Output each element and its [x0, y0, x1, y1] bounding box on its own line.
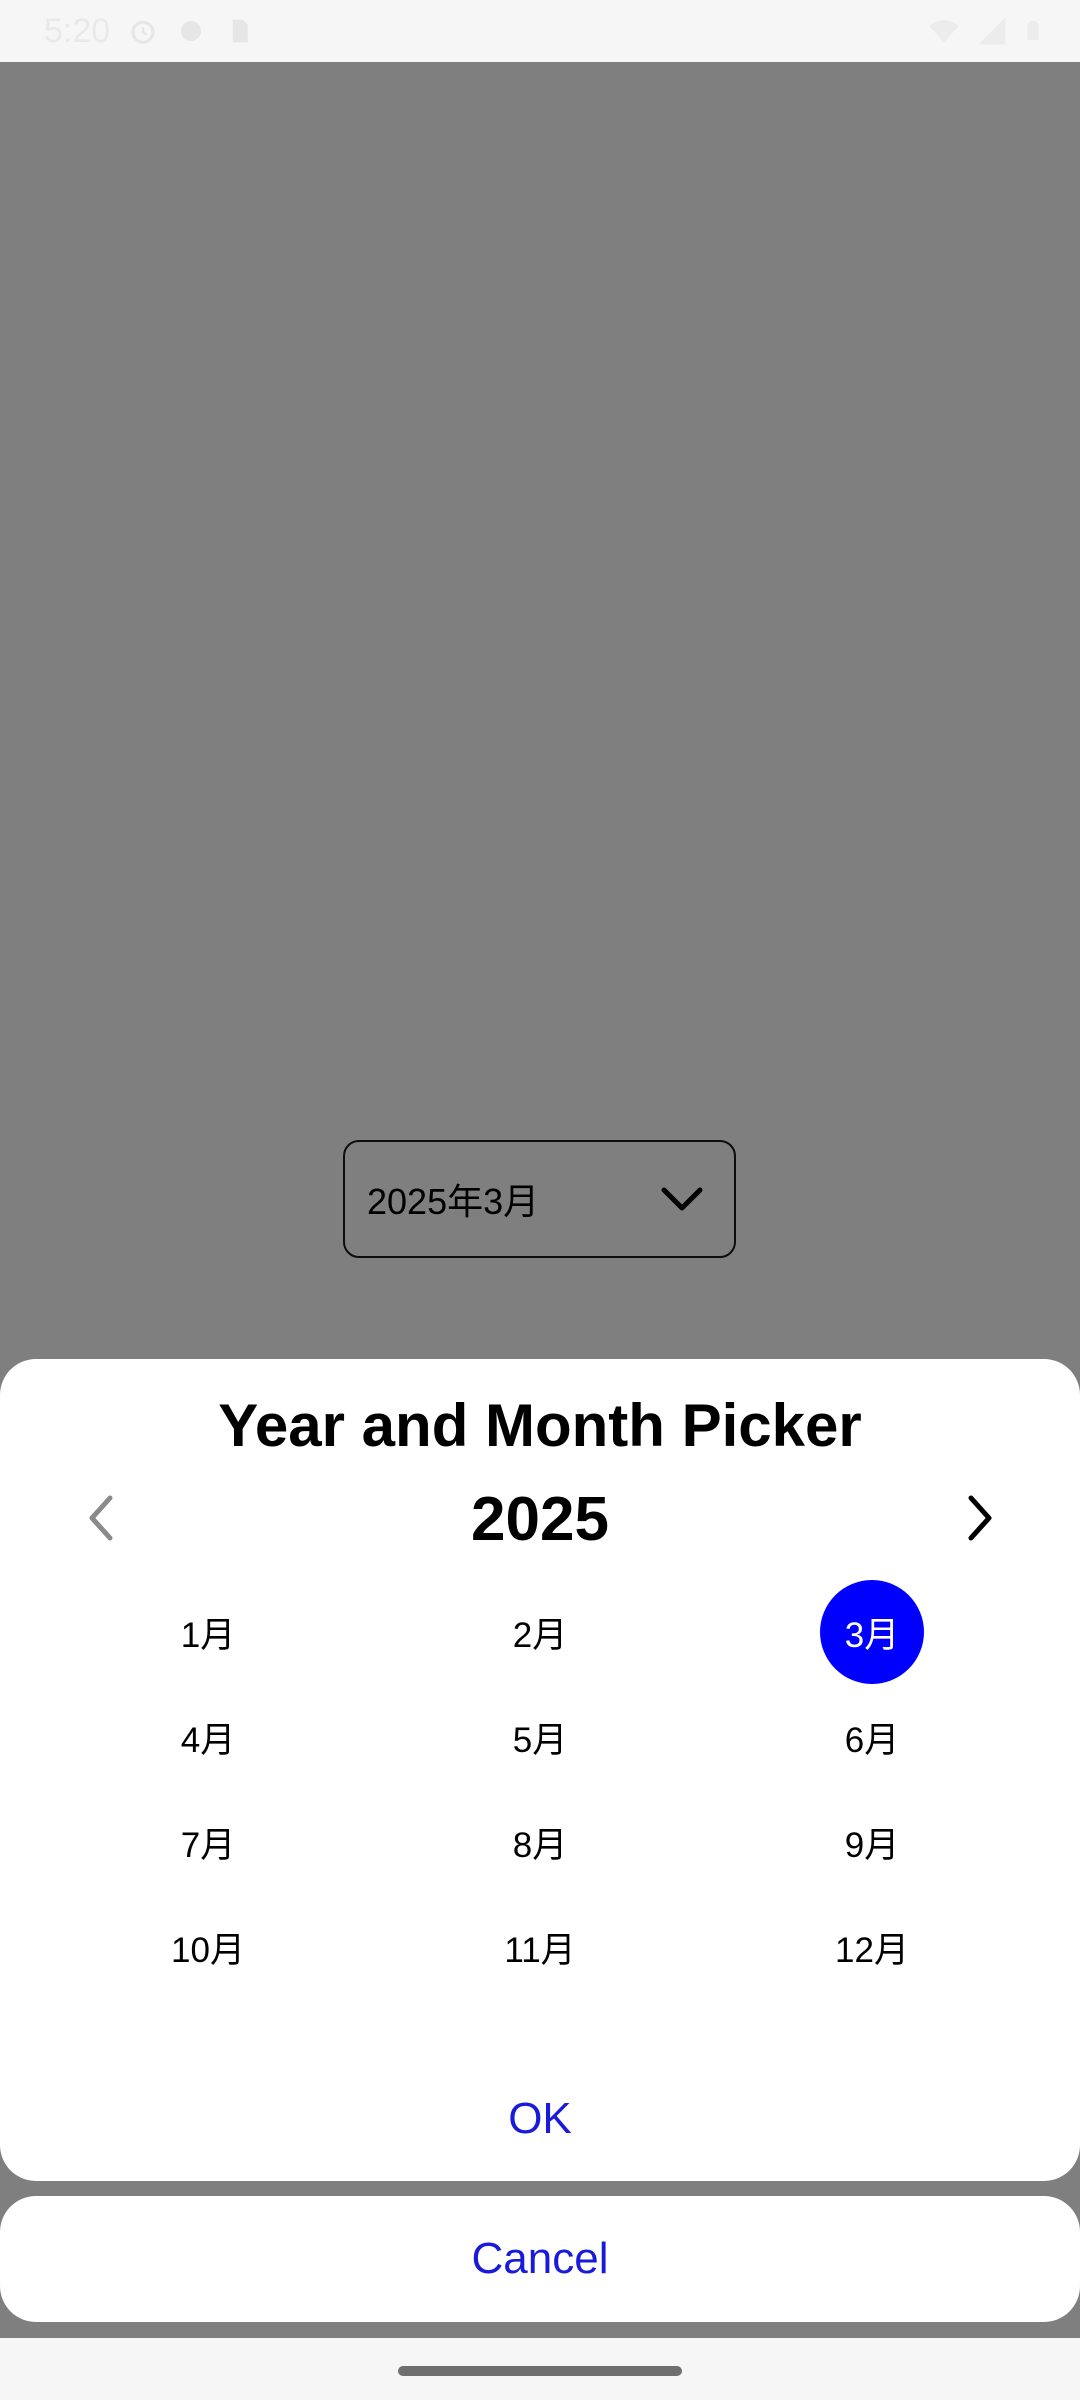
dialog-title: Year and Month Picker — [218, 1392, 862, 1459]
month-item[interactable]: 1月 — [153, 1577, 263, 1687]
year-navigator: 2025 — [0, 1474, 1080, 1564]
year-label: 2025 — [471, 1485, 609, 1554]
ok-button[interactable]: OK — [0, 2079, 1080, 2159]
year-month-field-value: 2025年3月 — [367, 1181, 540, 1222]
month-item[interactable]: 8月 — [485, 1787, 595, 1897]
chevron-down-icon — [661, 1187, 703, 1211]
month-item[interactable]: 6月 — [817, 1682, 927, 1792]
month-item[interactable]: 5月 — [485, 1682, 595, 1792]
cancel-button[interactable]: Cancel — [0, 2196, 1080, 2322]
month-item[interactable]: 10月 — [153, 1892, 263, 2002]
status-bar-right — [926, 0, 1044, 62]
wifi-icon — [929, 20, 959, 43]
month-item[interactable]: 2月 — [485, 1577, 595, 1687]
notification-icon — [181, 21, 202, 41]
month-item[interactable]: 7月 — [153, 1787, 263, 1897]
navigation-bar — [0, 2338, 1080, 2400]
status-bar-left: 5:20 — [44, 0, 254, 62]
sd-card-icon — [232, 19, 248, 43]
alarm-icon — [131, 20, 155, 44]
battery-icon — [1027, 20, 1039, 41]
month-item[interactable]: 12月 — [817, 1892, 927, 2002]
status-bar: 5:20 — [0, 0, 1080, 62]
month-item[interactable]: 9月 — [817, 1787, 927, 1897]
year-month-field[interactable]: 2025年3月 — [343, 1140, 736, 1258]
signal-icon — [978, 17, 1006, 45]
status-time: 5:20 — [44, 11, 111, 50]
chevron-right-icon[interactable] — [947, 1486, 1011, 1550]
gesture-handle[interactable] — [398, 2366, 682, 2376]
picker-dialog: Year and Month Picker 2025 1月 2月 3月 4月 5月 6月 7… — [0, 1359, 1080, 2181]
month-item-selected[interactable]: 3月 — [820, 1580, 924, 1684]
month-item[interactable]: 11月 — [485, 1892, 595, 2002]
month-item[interactable]: 4月 — [153, 1682, 263, 1792]
